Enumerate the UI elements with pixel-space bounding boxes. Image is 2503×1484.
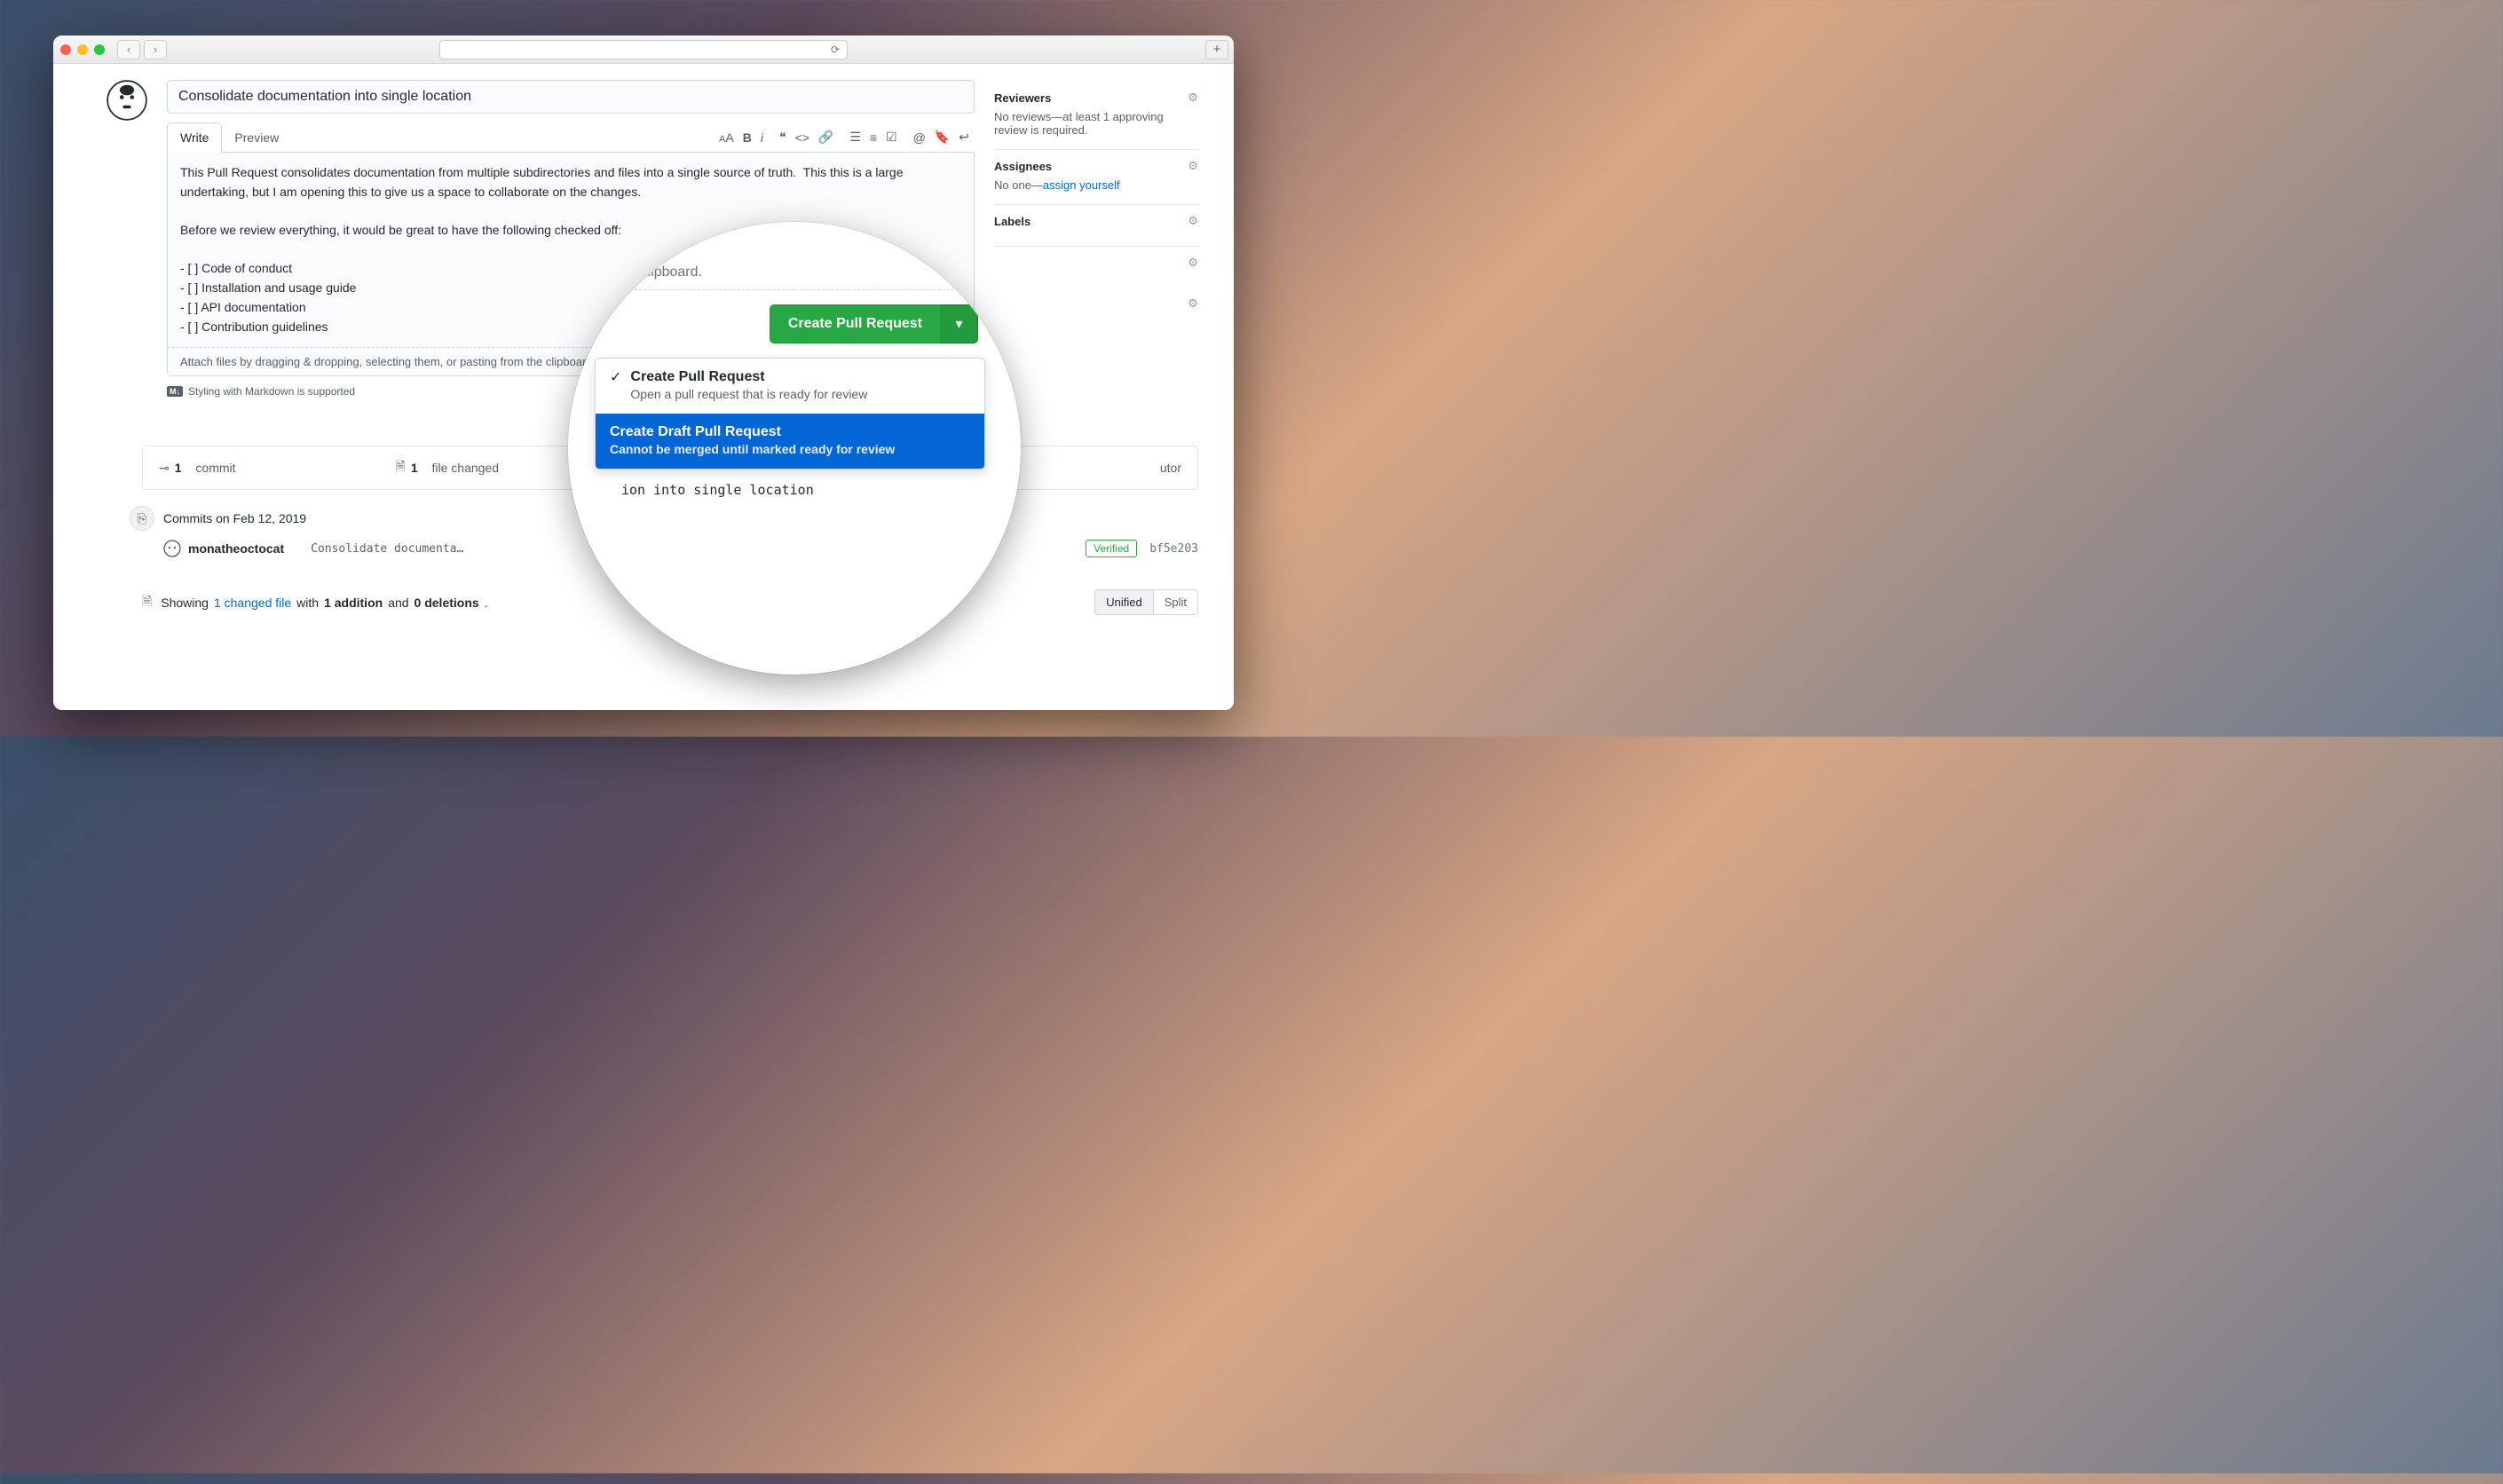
bold-icon[interactable]: B: [743, 130, 752, 145]
commit-icon: ⊸: [159, 461, 170, 476]
formatting-toolbar: AA B i ❝ <> 🔗 ☰ ≡ ☑: [719, 130, 975, 145]
commits-count[interactable]: ⊸ 1 commit: [159, 461, 236, 476]
changed-files-link[interactable]: 1 changed file: [214, 596, 291, 610]
address-bar[interactable]: ⟳: [439, 40, 848, 59]
commit-message[interactable]: Consolidate documenta…: [311, 542, 463, 556]
create-pr-button[interactable]: Create Pull Request: [770, 304, 941, 343]
contributors-count[interactable]: utor: [1160, 461, 1181, 475]
maximize-window-button[interactable]: [94, 44, 105, 55]
markdown-icon: M↓: [167, 386, 183, 397]
new-tab-button[interactable]: +: [1205, 40, 1228, 59]
assignees-text: No one—assign yourself: [994, 178, 1198, 192]
milestone-block[interactable]: ⚙: [994, 288, 1198, 328]
commit-author-avatar: [163, 540, 181, 557]
projects-block[interactable]: ⚙: [994, 247, 1198, 288]
checklist-icon[interactable]: ☑: [886, 130, 897, 145]
link-icon[interactable]: 🔗: [818, 130, 833, 145]
write-tab[interactable]: Write: [167, 122, 222, 153]
ol-icon[interactable]: ≡: [870, 130, 877, 145]
create-pr-dropdown-toggle[interactable]: ▾: [941, 304, 978, 343]
quote-icon[interactable]: ❝: [779, 130, 786, 145]
gear-icon[interactable]: ⚙: [1188, 256, 1198, 270]
pr-sidebar: Reviewers ⚙ No reviews—at least 1 approv…: [994, 80, 1198, 398]
labels-block[interactable]: Labels ⚙: [994, 205, 1198, 247]
commit-message-zoom: ion into single location: [595, 470, 985, 498]
files-count[interactable]: 🗎 1 file changed: [396, 457, 499, 478]
italic-icon[interactable]: i: [761, 130, 763, 145]
close-window-button[interactable]: [60, 44, 71, 55]
reference-icon[interactable]: 🔖: [935, 130, 950, 145]
preview-tab[interactable]: Preview: [222, 123, 291, 152]
assign-yourself-link[interactable]: assign yourself: [1043, 178, 1120, 192]
pr-title-input[interactable]: [167, 80, 975, 114]
code-icon[interactable]: <>: [795, 130, 809, 145]
reviewers-block[interactable]: Reviewers ⚙ No reviews—at least 1 approv…: [994, 82, 1198, 150]
traffic-lights: [60, 44, 105, 55]
reply-icon[interactable]: ↩︎: [959, 130, 969, 145]
heading-icon[interactable]: AA: [719, 130, 734, 145]
assignees-block[interactable]: Assignees ⚙ No one—assign yourself: [994, 150, 1198, 205]
reviewers-title: Reviewers: [994, 91, 1051, 105]
menu-item-create-pr[interactable]: ✓ Create Pull Request Open a pull reques…: [596, 359, 984, 414]
commits-date-header: Commits on Feb 12, 2019: [163, 511, 306, 525]
file-icon: 🗎: [142, 592, 152, 613]
user-avatar: [107, 80, 147, 121]
split-button[interactable]: Split: [1153, 589, 1198, 615]
check-icon: ✓: [610, 369, 621, 401]
magnifier-overlay: . the clipboard. Create Pull Request ▾ ✓…: [568, 222, 1021, 675]
gear-icon[interactable]: ⚙: [1188, 296, 1198, 311]
markdown-hint-text: Styling with Markdown is supported: [188, 385, 355, 398]
diff-view-toggle: Unified Split: [1094, 589, 1198, 615]
commit-sha[interactable]: bf5e203: [1149, 542, 1198, 556]
back-button[interactable]: ‹: [117, 40, 140, 59]
minimize-window-button[interactable]: [77, 44, 88, 55]
create-pr-dropdown-menu: ✓ Create Pull Request Open a pull reques…: [595, 358, 985, 470]
gear-icon[interactable]: ⚙: [1188, 159, 1198, 173]
reviewers-text: No reviews—at least 1 approving review i…: [994, 110, 1198, 137]
ul-icon[interactable]: ☰: [849, 130, 861, 145]
commit-group-icon: ⎘: [130, 506, 154, 531]
menu-item-create-draft-pr[interactable]: Create Draft Pull Request Cannot be merg…: [596, 414, 984, 469]
commit-author[interactable]: monatheoctocat: [188, 541, 284, 556]
gear-icon[interactable]: ⚙: [1188, 214, 1198, 228]
gear-icon[interactable]: ⚙: [1188, 91, 1198, 105]
comment-tabs: Write Preview AA B i ❝ <> 🔗: [167, 122, 975, 153]
nav-arrows: ‹ ›: [117, 40, 167, 59]
assignees-title: Assignees: [994, 160, 1052, 173]
labels-title: Labels: [994, 215, 1030, 228]
browser-toolbar: ‹ › ⟳ +: [53, 36, 1234, 64]
mention-icon[interactable]: @: [913, 130, 926, 145]
reload-icon[interactable]: ⟳: [831, 43, 840, 56]
file-icon: 🗎: [396, 457, 406, 478]
verified-badge[interactable]: Verified: [1086, 540, 1137, 557]
forward-button[interactable]: ›: [144, 40, 167, 59]
unified-button[interactable]: Unified: [1094, 589, 1152, 615]
